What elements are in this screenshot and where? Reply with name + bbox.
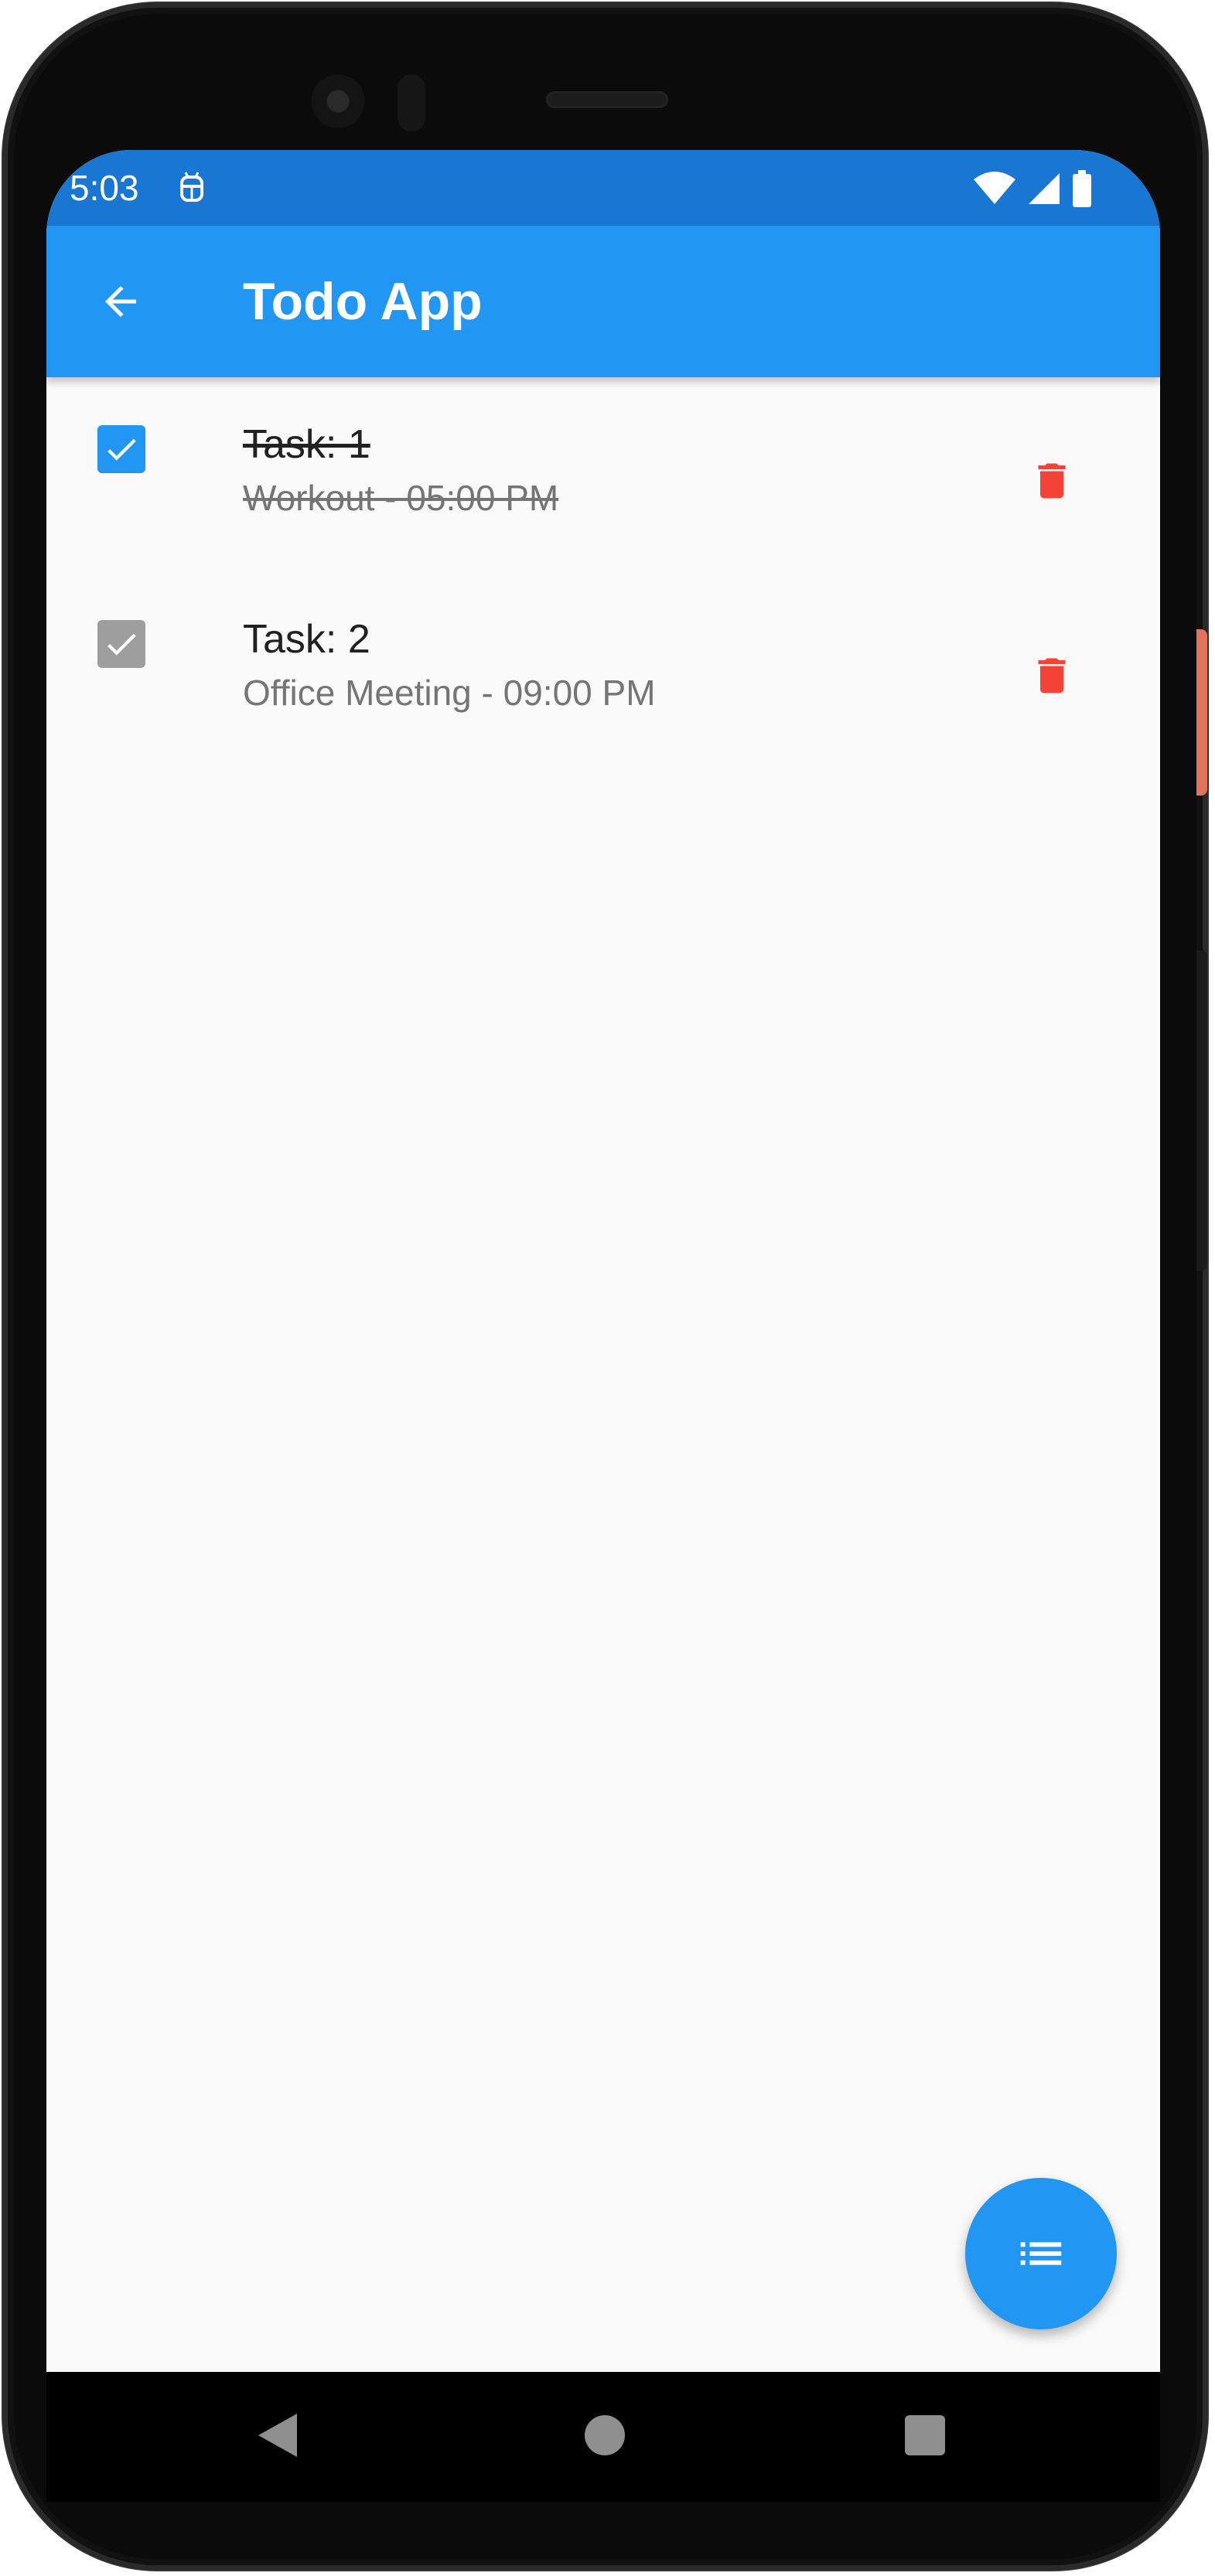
arrow-back-icon (105, 286, 136, 317)
task-subtitle: Workout - 05:00 PM (243, 478, 559, 518)
volume-button (1196, 950, 1207, 1271)
delete-task-button[interactable] (1015, 639, 1089, 713)
status-bar: 5:03 (46, 150, 1160, 226)
task-list: Task: 1 Workout - 05:00 PM Task: 2 Offic… (46, 377, 1160, 767)
task-subtitle: Office Meeting - 09:00 PM (243, 673, 656, 713)
nav-home-icon[interactable] (585, 2415, 625, 2455)
status-icons (973, 170, 1092, 207)
app-screen: 5:03 Todo App Task: 1 Workout - 05:00 PM… (46, 150, 1160, 2500)
android-debug-icon (180, 172, 203, 202)
task-item[interactable]: Task: 1 Workout - 05:00 PM (46, 377, 1160, 572)
checkmark-icon (108, 633, 136, 656)
nav-back-icon[interactable] (255, 2412, 299, 2458)
nav-recents-icon[interactable] (905, 2415, 945, 2455)
battery-icon (1073, 170, 1091, 207)
trash-icon (1038, 658, 1066, 693)
app-bar: Todo App (46, 226, 1160, 377)
status-time: 5:03 (70, 168, 139, 208)
checkmark-icon (108, 438, 136, 461)
back-button[interactable] (84, 264, 158, 339)
list-icon (1020, 2242, 1062, 2265)
page-title: Todo App (243, 272, 483, 331)
task-checkbox[interactable] (97, 620, 145, 668)
task-checkbox[interactable] (97, 425, 145, 473)
power-button (1196, 629, 1207, 796)
system-nav-bar (46, 2372, 1160, 2502)
wifi-icon (974, 172, 1015, 204)
task-item[interactable]: Task: 2 Office Meeting - 09:00 PM (46, 572, 1160, 767)
earpiece-speaker (546, 91, 668, 108)
task-title: Task: 2 (243, 617, 370, 662)
task-list-fab[interactable] (965, 2178, 1117, 2329)
trash-icon (1038, 463, 1066, 499)
task-title: Task: 1 (243, 422, 370, 467)
proximity-sensor (398, 74, 425, 131)
delete-task-button[interactable] (1015, 444, 1089, 518)
front-camera (311, 74, 365, 128)
cellular-signal-icon (1029, 173, 1060, 204)
